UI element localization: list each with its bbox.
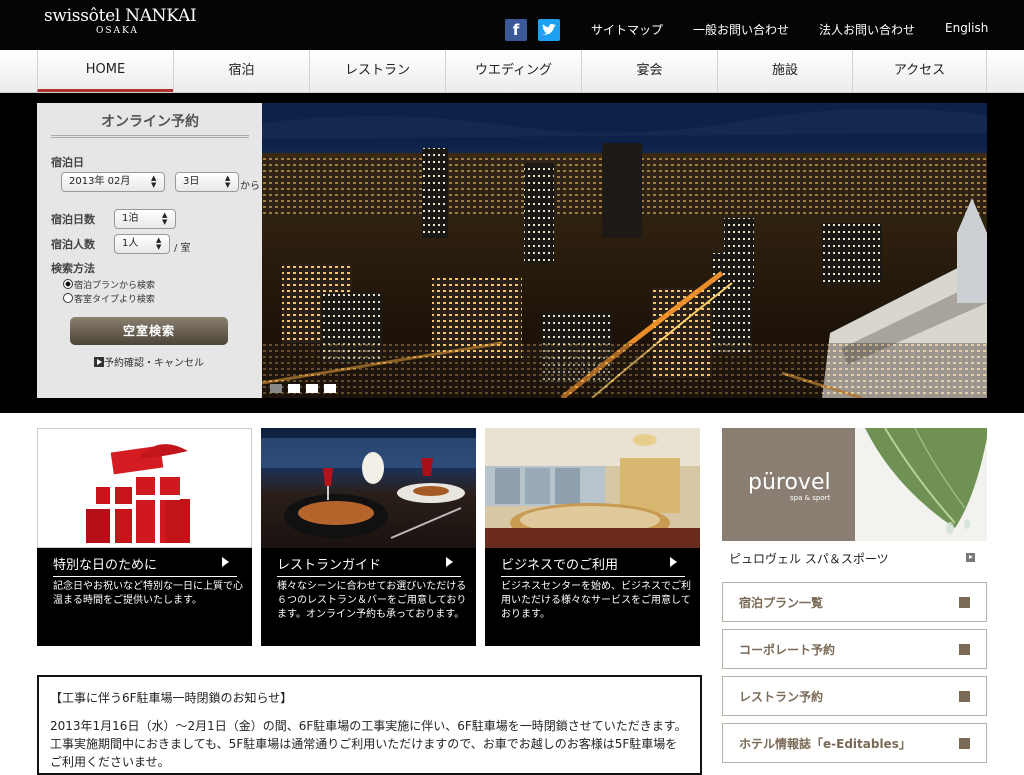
cityscape-illustration	[262, 103, 987, 398]
top-bar: swissôtel NANKAI OSAKA f サイトマップ 一般お問い合わせ…	[0, 0, 1024, 50]
availability-search-button[interactable]: 空室検索	[70, 317, 228, 345]
day-select-value: 3日	[183, 176, 200, 187]
select-arrows-icon: ▲ ▼	[225, 174, 231, 189]
select-arrows-icon: ▲ ▼	[156, 236, 162, 251]
corporate-booking-button[interactable]: コーポレート予約	[722, 629, 987, 669]
card-title: ビジネスでのご利用	[501, 554, 685, 577]
month-select[interactable]: 2013年 02月 ▲ ▼	[61, 172, 165, 192]
nav-home[interactable]: HOME	[37, 50, 173, 92]
slide-dot-4[interactable]	[324, 384, 336, 393]
slide-dot-1[interactable]	[270, 384, 282, 393]
nav-restaurant[interactable]: レストラン	[309, 50, 445, 92]
logo-text: swissôtel NANKAI	[44, 6, 197, 26]
stay-plans-label: 宿泊プラン一覧	[739, 596, 824, 610]
radio-plan-label: 宿泊プランから検索	[74, 281, 156, 291]
play-icon	[959, 691, 970, 702]
day-select[interactable]: 3日 ▲ ▼	[175, 172, 239, 192]
hotel-magazine-button[interactable]: ホテル情報誌「e-Editables」	[722, 723, 987, 763]
leaf-image	[855, 428, 987, 541]
english-link[interactable]: English	[945, 21, 988, 35]
month-select-value: 2013年 02月	[69, 176, 131, 187]
purovel-tagline: spa & sport	[790, 494, 831, 502]
select-arrows-icon: ▲ ▼	[151, 174, 157, 189]
play-icon	[959, 738, 970, 749]
corporate-inquiry-link[interactable]: 法人お問い合わせ	[819, 21, 915, 38]
restaurant-dish-image	[261, 428, 476, 548]
nav-facilities[interactable]: 施設	[717, 50, 852, 92]
radio-room-label: 客室タイプより検索	[74, 295, 155, 305]
nights-label: 宿泊日数	[51, 213, 95, 226]
nights-select-value: 1泊	[122, 213, 139, 224]
corporate-booking-label: コーポレート予約	[739, 643, 836, 657]
checkin-date-label: 宿泊日	[51, 156, 84, 169]
play-icon[interactable]	[966, 553, 975, 562]
radio-checked-icon	[63, 279, 73, 289]
guests-label: 宿泊人数	[51, 238, 95, 251]
play-icon	[670, 557, 677, 567]
meeting-room-image	[485, 428, 700, 548]
play-icon	[222, 557, 229, 567]
purovel-banner[interactable]: pürovel spa & sport	[722, 428, 987, 541]
guests-select-value: 1人	[122, 238, 139, 249]
stay-plans-button[interactable]: 宿泊プラン一覧	[722, 582, 987, 622]
card-description: 様々なシーンに合わせてお選びいただける６つのレストラン＆バーをご用意しております…	[277, 581, 467, 620]
reservation-confirm-link[interactable]: 予約確認・キャンセル	[94, 354, 204, 369]
hotel-logo[interactable]: swissôtel NANKAI OSAKA	[44, 6, 197, 36]
play-icon	[94, 357, 104, 367]
general-inquiry-link[interactable]: 一般お問い合わせ	[693, 21, 789, 38]
radio-room-search[interactable]: 客室タイプより検索	[63, 292, 155, 305]
card-description: 記念日やお祝いなど特別な一日に上質で心温まる時間をご提供いたします。	[53, 581, 243, 606]
sitemap-link[interactable]: サイトマップ	[591, 21, 663, 38]
from-label: から	[240, 181, 260, 192]
radio-unchecked-icon	[63, 293, 73, 303]
notice-body: 2013年1月16日（水）～2月1日（金）の間、6F駐車場の工事実施に伴い、6F…	[50, 719, 687, 733]
notice-body-2: 工事実施期間中におきましても、5F駐車場は通常通りご利用いただけますので、お車で…	[50, 737, 678, 769]
card-title-text: ビジネスでのご利用	[501, 558, 619, 573]
booking-widget: オンライン予約 宿泊日 2013年 02月 ▲ ▼ 3日 ▲ ▼ から 宿泊日数 1…	[37, 103, 262, 398]
main-nav: HOME 宿泊 レストラン ウエディング 宴会 施設 アクセス	[0, 50, 1024, 93]
logo-subtext: OSAKA	[96, 26, 139, 36]
nav-wedding[interactable]: ウエディング	[445, 50, 581, 92]
card-restaurant-guide[interactable]: レストランガイド 様々なシーンに合わせてお選びいただける６つのレストラン＆バーを…	[261, 428, 476, 646]
play-icon	[959, 644, 970, 655]
restaurant-booking-label: レストラン予約	[739, 690, 824, 704]
card-description: ビジネスセンターを始め、ビジネスでご利用いただける様々なサービスをご用意しており…	[501, 581, 691, 620]
facebook-icon[interactable]: f	[505, 19, 527, 41]
card-special-day[interactable]: 特別な日のために 記念日やお祝いなど特別な一日に上質で心温まる時間をご提供いたし…	[37, 428, 252, 646]
hero-section: オンライン予約 宿泊日 2013年 02月 ▲ ▼ 3日 ▲ ▼ から 宿泊日数 1…	[0, 93, 1024, 413]
play-icon	[959, 597, 970, 608]
per-room-label: / 室	[174, 243, 191, 254]
notice-box: 【工事に伴う6F駐車場一時閉鎖のお知らせ】 2013年1月16日（水）～2月1日…	[37, 675, 702, 775]
card-title: レストランガイド	[277, 554, 461, 577]
hotel-magazine-label: ホテル情報誌「e-Editables」	[739, 737, 911, 751]
restaurant-booking-button[interactable]: レストラン予約	[722, 676, 987, 716]
search-method-label: 検索方法	[51, 262, 95, 275]
card-title: 特別な日のために	[53, 554, 237, 577]
purovel-caption[interactable]: ピュロヴェル スパ＆スポーツ	[729, 550, 889, 567]
radio-plan-search[interactable]: 宿泊プランから検索	[63, 278, 155, 291]
card-title-text: レストランガイド	[277, 558, 382, 573]
guests-select[interactable]: 1人 ▲ ▼	[114, 234, 170, 254]
card-title-text: 特別な日のために	[53, 558, 158, 573]
twitter-icon[interactable]	[538, 19, 560, 41]
purovel-logo: pürovel	[748, 470, 831, 495]
slide-dot-3[interactable]	[306, 384, 318, 393]
gift-boxes-image	[37, 428, 252, 548]
nav-access[interactable]: アクセス	[852, 50, 987, 92]
select-arrows-icon: ▲ ▼	[162, 211, 168, 226]
hero-cityscape-image	[262, 103, 987, 398]
slide-indicators	[270, 378, 342, 397]
nav-banquet[interactable]: 宴会	[581, 50, 717, 92]
booking-title: オンライン予約	[51, 111, 249, 138]
nav-stay[interactable]: 宿泊	[173, 50, 309, 92]
card-business-use[interactable]: ビジネスでのご利用 ビジネスセンターを始め、ビジネスでご利用いただける様々なサー…	[485, 428, 700, 646]
slide-dot-2[interactable]	[288, 384, 300, 393]
notice-title: 【工事に伴う6F駐車場一時閉鎖のお知らせ】	[50, 691, 293, 705]
play-icon	[446, 557, 453, 567]
nights-select[interactable]: 1泊 ▲ ▼	[114, 209, 176, 229]
reservation-confirm-text: 予約確認・キャンセル	[104, 358, 204, 369]
